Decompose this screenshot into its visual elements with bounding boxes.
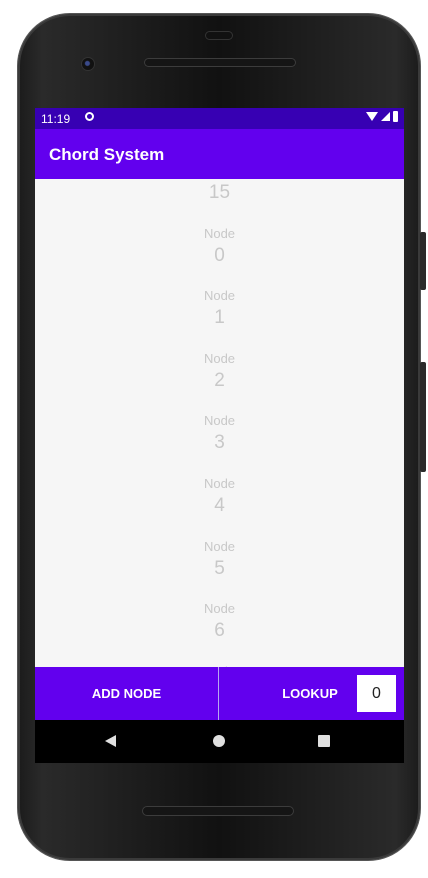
top-speaker xyxy=(144,58,296,67)
device-screen: 11:19 Chord System 15 Node 0 Node 1 Node 2 Node… xyxy=(35,108,404,763)
home-icon[interactable] xyxy=(213,735,225,747)
wifi-icon xyxy=(366,112,378,121)
status-bar: 11:19 xyxy=(35,108,404,129)
earpiece-notch xyxy=(205,31,233,40)
battery-icon xyxy=(393,111,398,122)
node-label: Node xyxy=(203,288,236,304)
lookup-button[interactable]: LOOKUP xyxy=(269,667,351,720)
node-item[interactable]: Node 4 xyxy=(35,475,404,538)
app-bar: Chord System xyxy=(35,129,404,179)
node-item[interactable]: 15 xyxy=(35,179,404,225)
power-button xyxy=(420,362,426,472)
app-title: Chord System xyxy=(49,145,165,164)
node-number: 2 xyxy=(214,369,225,391)
node-label: Node xyxy=(203,601,236,617)
notification-icon xyxy=(85,112,94,121)
node-list[interactable]: 15Node0Node1Node2Node3Node4Node5Node6Nod… xyxy=(35,179,404,667)
bar-divider xyxy=(218,667,219,720)
signal-icon xyxy=(381,112,390,121)
node-item[interactable]: Node 6 xyxy=(35,600,404,663)
bottom-action-bar: ADD NODE LOOKUP xyxy=(35,667,404,720)
lookup-key-input[interactable] xyxy=(357,675,396,712)
node-label: Node xyxy=(203,413,236,429)
recents-icon[interactable] xyxy=(318,735,330,747)
node-number: 1 xyxy=(214,307,225,329)
node-item[interactable]: Node 1 xyxy=(35,287,404,350)
node-number: 6 xyxy=(214,620,225,642)
bottom-speaker xyxy=(142,806,294,816)
node-item[interactable]: Node 3 xyxy=(35,412,404,475)
node-list-container[interactable]: 15Node0Node1Node2Node3Node4Node5Node6Nod… xyxy=(35,179,404,667)
node-label: Node xyxy=(203,225,236,241)
add-node-button[interactable]: ADD NODE xyxy=(35,667,218,720)
node-label: Node xyxy=(203,350,236,366)
node-item[interactable]: Node 5 xyxy=(35,538,404,601)
node-item[interactable]: Node 0 xyxy=(35,225,404,288)
navigation-bar xyxy=(35,720,404,763)
node-number: 15 xyxy=(208,182,231,203)
front-camera-icon xyxy=(82,58,94,70)
node-number: 0 xyxy=(214,244,225,266)
volume-button xyxy=(420,232,426,290)
status-icons xyxy=(366,111,398,122)
node-number: 4 xyxy=(214,494,225,516)
node-item[interactable]: Node 2 xyxy=(35,350,404,413)
back-icon[interactable] xyxy=(105,735,116,747)
status-time: 11:19 xyxy=(41,112,71,126)
node-number: 5 xyxy=(214,557,225,579)
node-label: Node xyxy=(203,538,236,554)
node-label: Node xyxy=(203,475,236,491)
node-number: 3 xyxy=(214,432,225,454)
